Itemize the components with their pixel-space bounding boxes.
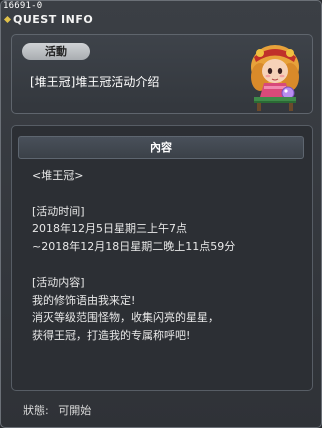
content-line — [32, 256, 304, 274]
content-line: 获得王冠，打造我的专属称呼吧! — [32, 329, 191, 343]
content-line: 我的修饰语由我来定! — [32, 293, 136, 307]
content-line: 消灭等级范围怪物，收集闪亮的星星， — [32, 311, 219, 325]
content-line — [32, 185, 304, 203]
quest-header-panel: 活動 [堆王冠]堆王冠活动介绍 — [11, 34, 313, 114]
title-bar[interactable]: QUEST INFO — [1, 11, 322, 29]
window-title: QUEST INFO — [13, 13, 94, 26]
status-row: 狀態: 可開始 — [23, 402, 97, 418]
quest-info-window: 16691-0 QUEST INFO 活動 [堆王冠]堆王冠活动介绍 內容 <堆… — [0, 0, 322, 428]
content-line: <堆王冠> — [32, 169, 84, 182]
status-value: 可開始 — [58, 404, 92, 417]
diamond-icon — [3, 15, 12, 24]
content-header: 內容 — [18, 136, 304, 159]
content-line: [活动时间] — [32, 204, 85, 218]
content-text: <堆王冠> [活动时间] 2018年12月5日星期三上午7点 ~2018年12月… — [32, 167, 304, 345]
content-line: [活动内容] — [32, 275, 85, 289]
content-line: ~2018年12月18日星期二晚上11点59分 — [32, 240, 236, 254]
status-label: 狀態: — [23, 404, 49, 417]
quest-id: 16691-0 — [3, 1, 43, 11]
quest-name: [堆王冠]堆王冠活动介绍 — [30, 75, 160, 89]
content-panel: 內容 <堆王冠> [活动时间] 2018年12月5日星期三上午7点 ~2018年… — [11, 125, 313, 391]
content-line: 2018年12月5日星期三上午7点 — [32, 222, 187, 236]
npc-portrait-icon — [251, 45, 299, 111]
category-badge: 活動 — [22, 43, 90, 60]
